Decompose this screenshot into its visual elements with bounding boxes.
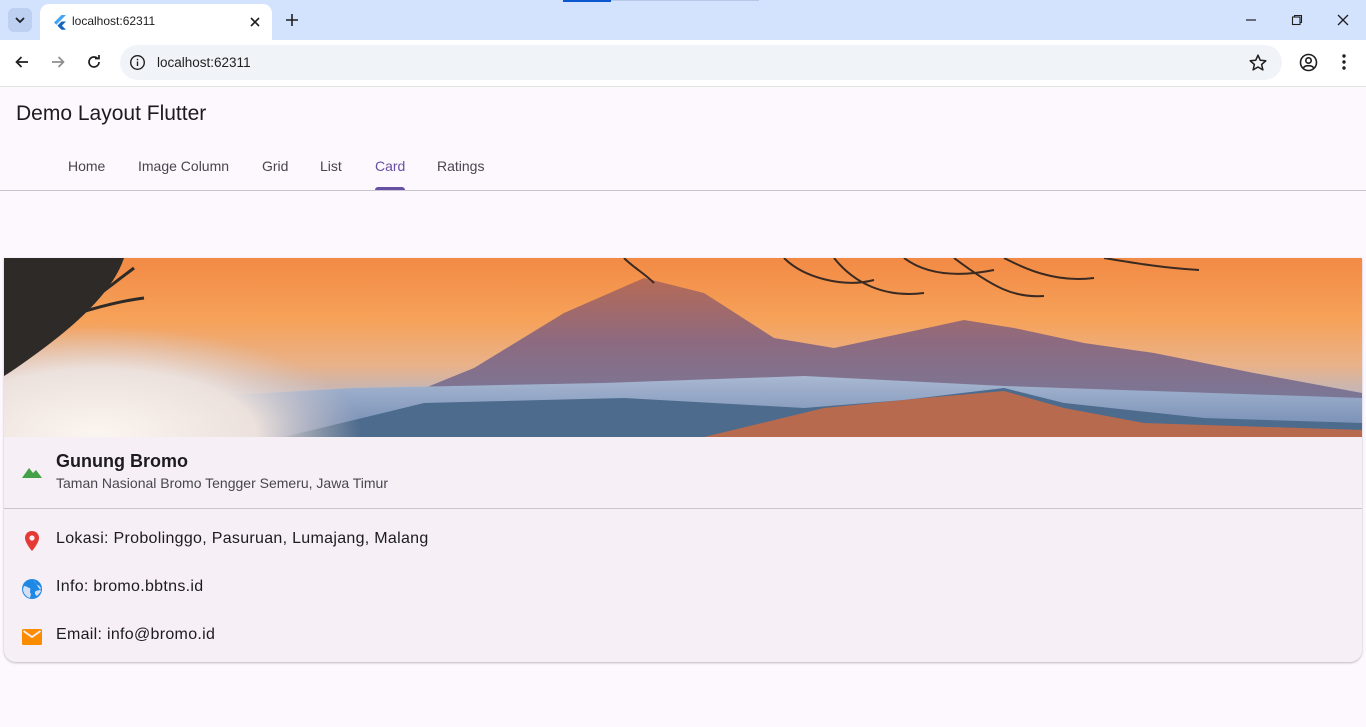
flutter-icon [54, 15, 66, 30]
close-tab-button[interactable] [245, 12, 265, 32]
tab-image-column[interactable]: Image Column [138, 158, 229, 174]
more-vert-icon [1342, 54, 1346, 70]
info-row-label: Info: bromo.bbtns.id [56, 578, 204, 595]
browser-tab[interactable]: localhost:62311 [40, 4, 272, 40]
close-icon [250, 17, 260, 27]
app-page: Demo Layout Flutter Home Image Column Gr… [0, 87, 1366, 727]
arrow-right-icon [52, 56, 65, 68]
email-icon [22, 629, 42, 645]
tab-bar: Home Image Column Grid List Card Ratings [0, 146, 1366, 191]
place-card: Gunung Bromo Taman Nasional Bromo Tengge… [4, 258, 1362, 662]
new-tab-button[interactable] [281, 9, 303, 31]
info-row-location[interactable]: Lokasi: Probolinggo, Pasuruan, Lumajang,… [4, 517, 1362, 565]
tab-title: localhost:62311 [72, 14, 156, 28]
tab-search-button[interactable] [8, 8, 32, 32]
back-button[interactable] [11, 51, 33, 73]
plus-icon [286, 14, 298, 26]
tab-list[interactable]: List [320, 158, 342, 174]
browser-toolbar: localhost:62311 [0, 40, 1366, 87]
close-icon [1337, 14, 1349, 26]
url-text[interactable]: localhost:62311 [157, 55, 251, 70]
bookmark-star-icon[interactable] [1248, 53, 1268, 73]
info-row-label: Lokasi: Probolinggo, Pasuruan, Lumajang,… [56, 530, 429, 547]
info-icon[interactable] [129, 54, 146, 71]
restore-icon [1291, 14, 1303, 26]
mountain-icon [22, 468, 42, 478]
account-icon [1299, 53, 1317, 71]
card-title: Gunung Bromo [56, 451, 188, 471]
browser-menu-button[interactable] [1333, 51, 1355, 73]
app-bar-title: Demo Layout Flutter [16, 102, 207, 125]
tab-strip-scroll-track [611, 0, 759, 1]
chevron-down-icon [15, 17, 25, 24]
close-window-button[interactable] [1331, 8, 1355, 32]
forward-button[interactable] [47, 51, 69, 73]
globe-icon [22, 579, 42, 599]
active-tab-indicator [375, 187, 405, 190]
tab-card[interactable]: Card [375, 158, 405, 174]
minimize-button[interactable] [1239, 8, 1263, 32]
tab-strip-scroll-indicator [563, 0, 611, 2]
card-header: Gunung Bromo Taman Nasional Bromo Tengge… [4, 437, 1362, 509]
location-pin-icon [25, 531, 39, 551]
mountain-landscape-image [4, 258, 1362, 437]
minimize-icon [1246, 19, 1256, 21]
info-row-email[interactable]: Email: info@bromo.id [4, 613, 1362, 661]
restore-button[interactable] [1285, 8, 1309, 32]
arrow-left-icon [15, 56, 28, 68]
address-bar[interactable]: localhost:62311 [120, 45, 1282, 80]
browser-tab-strip: localhost:62311 [0, 0, 1366, 40]
profile-button[interactable] [1297, 51, 1319, 73]
info-row-website[interactable]: Info: bromo.bbtns.id [4, 565, 1362, 613]
card-subtitle: Taman Nasional Bromo Tengger Semeru, Jaw… [56, 475, 389, 491]
reload-button[interactable] [83, 51, 105, 73]
reload-icon [88, 55, 100, 68]
tab-ratings[interactable]: Ratings [437, 158, 484, 174]
tab-home[interactable]: Home [68, 158, 105, 174]
info-row-label: Email: info@bromo.id [56, 626, 216, 643]
tab-grid[interactable]: Grid [262, 158, 288, 174]
